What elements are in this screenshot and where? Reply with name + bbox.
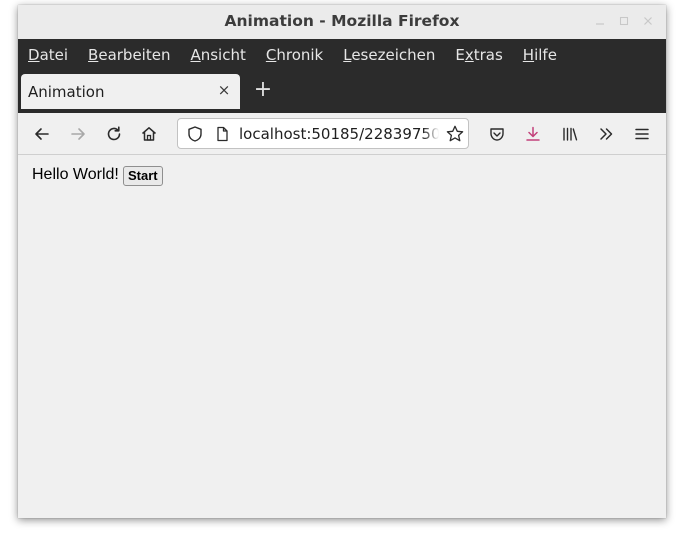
download-icon [526,126,540,141]
tab-title: Animation [28,83,105,101]
overflow-icon [600,128,613,140]
reload-button[interactable] [103,123,125,145]
firefox-window: Animation - Mozilla Firefox Datei Bearbei… [18,5,666,518]
menu-item-bearbeiten[interactable]: Bearbeiten [78,46,180,64]
url-bar[interactable]: localhost:50185/22839750 [177,118,469,149]
minimize-icon [596,23,604,25]
minimize-button[interactable] [592,13,608,29]
forward-icon [71,128,85,140]
window-title: Animation - Mozilla Firefox [224,12,460,30]
tab-animation[interactable]: Animation × [21,74,240,109]
menu-item-chronik[interactable]: Chronik [256,46,333,64]
url-text[interactable]: localhost:50185/22839750 [239,125,439,143]
downloads-button[interactable] [522,123,544,145]
tab-bar: Animation × + [18,70,666,113]
menu-item-hilfe[interactable]: Hilfe [513,46,567,64]
app-menu-button[interactable] [631,123,653,145]
forward-button[interactable] [67,123,89,145]
start-button[interactable]: Start [123,166,163,186]
reload-icon [107,126,121,141]
window-controls [592,13,656,29]
menu-item-extras[interactable]: Extras [445,46,512,64]
bookmark-star-icon[interactable] [445,124,465,144]
url-fade [423,121,439,146]
shield-icon[interactable] [186,125,204,143]
menu-item-datei[interactable]: Datei [18,46,78,64]
new-tab-button[interactable]: + [252,79,274,102]
page-content: Hello World! Start [18,155,666,518]
page-info-icon[interactable] [213,125,231,143]
pocket-icon [490,128,504,141]
maximize-button[interactable] [616,13,632,29]
navigation-toolbar: localhost:50185/22839750 [18,113,666,155]
home-icon [142,127,156,141]
menu-item-lesezeichen[interactable]: Lesezeichen [333,46,445,64]
overflow-button[interactable] [595,123,617,145]
menu-bar: Datei Bearbeiten Ansicht Chronik Lesezeichen… [18,39,666,70]
pocket-button[interactable] [486,123,508,145]
maximize-icon [619,16,629,26]
back-icon [35,128,49,140]
home-button[interactable] [138,123,160,145]
tab-close-button[interactable]: × [216,82,232,98]
library-icon [563,127,578,141]
menu-item-ansicht[interactable]: Ansicht [180,46,255,64]
library-button[interactable] [559,123,581,145]
back-button[interactable] [31,123,53,145]
hello-text: Hello World! [32,166,119,183]
close-icon [644,17,652,25]
close-window-button[interactable] [640,13,656,29]
title-bar[interactable]: Animation - Mozilla Firefox [18,5,666,39]
menu-icon [635,128,649,140]
